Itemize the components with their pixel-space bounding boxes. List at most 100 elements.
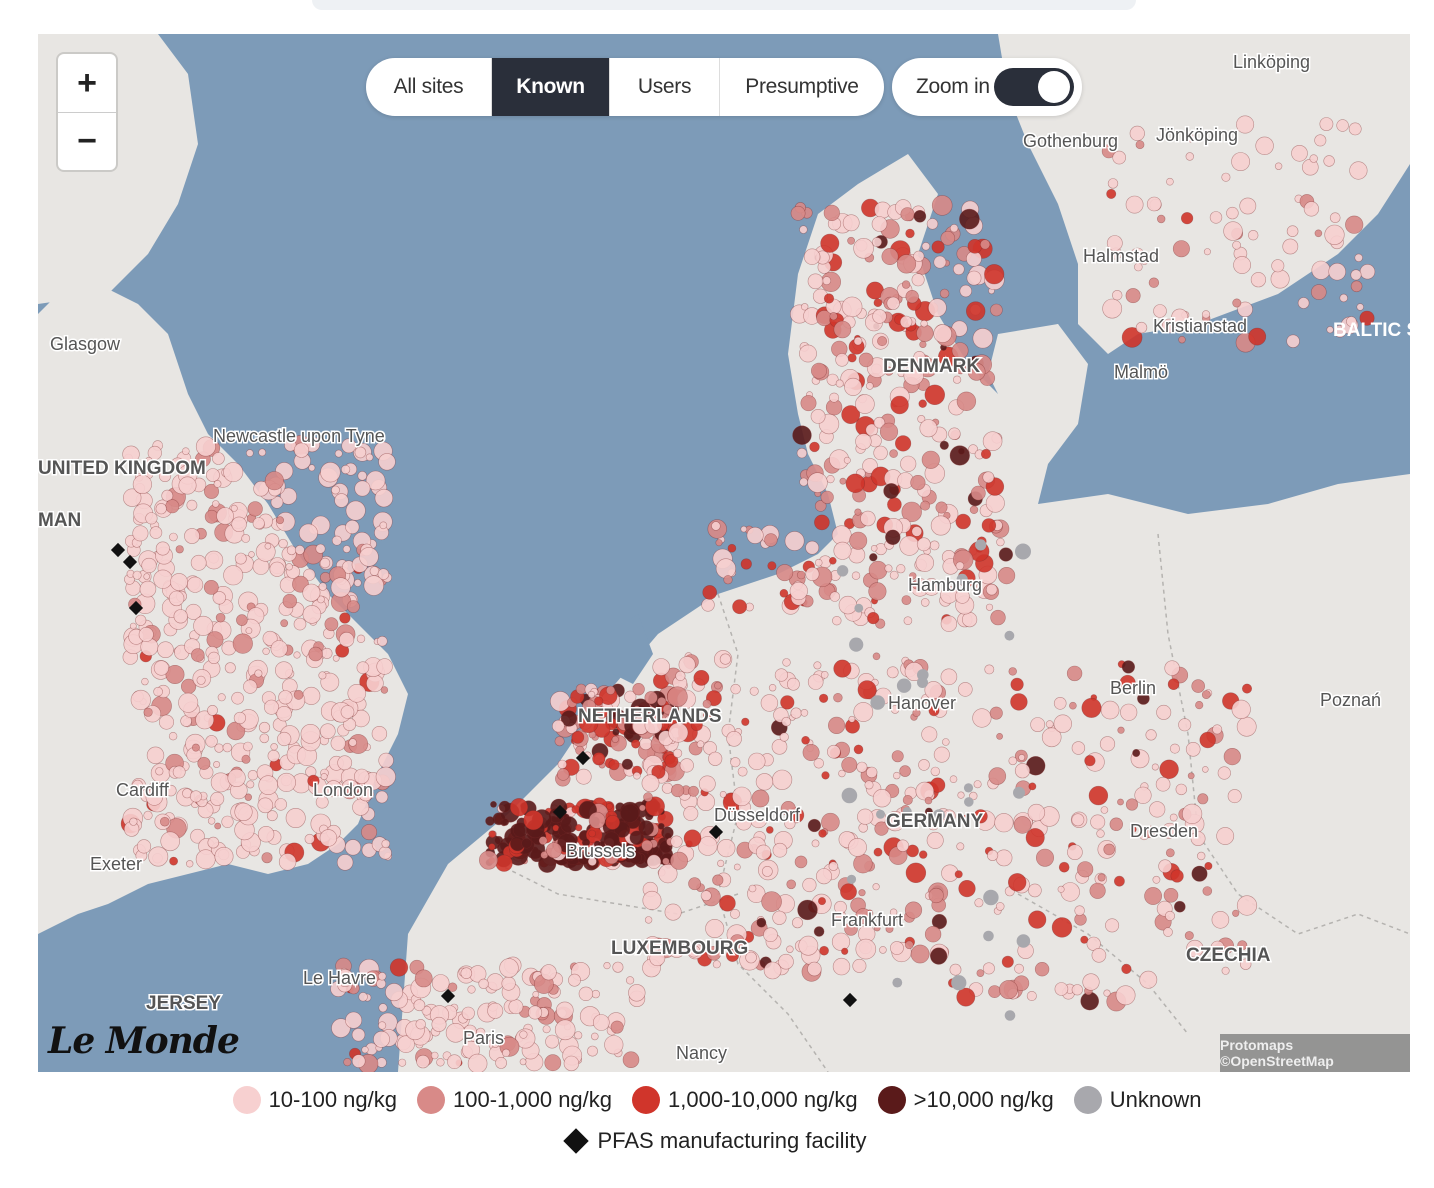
site-marker[interactable] [1102,298,1123,319]
site-marker[interactable] [460,967,473,980]
site-marker[interactable] [639,804,646,812]
site-marker[interactable] [1166,177,1174,186]
site-marker[interactable] [356,661,370,675]
site-marker[interactable] [900,455,917,472]
site-marker[interactable] [886,296,900,310]
site-marker[interactable] [1103,843,1115,856]
site-marker[interactable] [949,775,958,784]
site-marker[interactable] [1274,162,1283,170]
site-marker[interactable] [799,477,809,487]
site-marker[interactable] [622,1051,640,1068]
site-marker[interactable] [867,611,880,625]
site-marker[interactable] [153,569,173,589]
site-marker[interactable] [197,756,211,770]
site-marker[interactable] [1172,240,1190,258]
site-marker[interactable] [998,547,1014,562]
site-marker[interactable] [748,884,757,893]
site-marker[interactable] [1175,783,1188,796]
site-marker[interactable] [178,692,199,713]
site-marker[interactable] [575,824,583,832]
site-marker[interactable] [416,1054,430,1069]
site-marker[interactable] [204,550,224,570]
site-marker[interactable] [551,719,565,733]
site-marker[interactable] [203,580,219,595]
site-marker[interactable] [881,248,899,266]
site-marker[interactable] [889,570,899,580]
site-marker[interactable] [820,670,829,679]
site-marker[interactable] [844,377,863,396]
site-marker[interactable] [712,960,721,969]
site-marker[interactable] [1074,905,1085,916]
site-marker[interactable] [207,705,218,716]
site-marker[interactable] [321,647,333,659]
site-marker[interactable] [221,815,234,828]
site-marker[interactable] [1164,660,1180,676]
site-marker[interactable] [373,1030,390,1048]
site-marker[interactable] [764,533,778,547]
site-marker[interactable] [243,741,253,752]
site-marker[interactable] [1242,683,1253,694]
site-marker[interactable] [1125,195,1144,214]
site-marker[interactable] [789,581,808,601]
filter-presumptive-button[interactable]: Presumptive [720,58,884,116]
site-marker[interactable] [959,208,980,230]
site-marker[interactable] [1204,861,1213,870]
site-marker[interactable] [1359,264,1376,280]
site-marker[interactable] [915,781,935,801]
site-marker[interactable] [486,973,504,991]
site-marker[interactable] [826,744,841,759]
site-marker[interactable] [719,894,736,912]
site-marker[interactable] [257,825,275,843]
site-marker[interactable] [772,910,787,925]
site-marker[interactable] [672,748,683,758]
site-marker[interactable] [331,485,340,495]
site-marker[interactable] [1309,154,1318,163]
site-marker[interactable] [414,969,433,988]
site-marker[interactable] [339,612,351,624]
site-marker[interactable] [371,725,388,742]
site-marker[interactable] [233,711,246,725]
site-marker[interactable] [657,822,665,830]
site-marker[interactable] [1216,827,1235,845]
site-marker[interactable] [129,817,138,826]
site-marker[interactable] [1236,716,1257,737]
site-marker[interactable] [918,399,927,408]
site-marker[interactable] [1197,793,1209,805]
site-marker[interactable] [807,674,824,690]
site-marker[interactable] [667,686,688,708]
site-marker[interactable] [628,984,646,1002]
site-marker[interactable] [172,765,186,779]
site-marker[interactable] [982,962,995,975]
site-marker[interactable] [557,759,567,770]
site-marker[interactable] [796,570,806,580]
site-marker[interactable] [858,352,874,368]
site-marker[interactable] [1034,961,1050,977]
site-marker[interactable] [903,616,913,626]
site-marker[interactable] [243,679,258,694]
site-marker[interactable] [902,794,913,805]
site-marker[interactable] [247,501,263,517]
site-marker[interactable] [258,721,271,734]
site-marker[interactable] [389,958,409,977]
site-marker[interactable] [786,879,797,890]
site-marker[interactable] [872,788,892,808]
site-marker[interactable] [332,654,340,662]
site-marker[interactable] [760,694,779,712]
site-marker[interactable] [568,973,581,987]
site-marker[interactable] [1007,873,1027,892]
site-marker[interactable] [248,551,255,558]
site-marker[interactable] [375,790,389,804]
site-marker[interactable] [222,742,233,753]
site-marker[interactable] [1120,703,1138,721]
site-marker[interactable] [802,877,817,893]
site-marker[interactable] [905,228,915,239]
site-marker[interactable] [847,236,855,245]
site-marker[interactable] [711,521,721,531]
site-marker[interactable] [544,1054,562,1072]
site-marker[interactable] [930,947,948,965]
site-marker[interactable] [1152,875,1161,884]
site-marker[interactable] [1077,861,1094,878]
site-marker[interactable] [495,854,513,872]
site-marker[interactable] [767,561,777,571]
site-marker[interactable] [970,485,986,501]
